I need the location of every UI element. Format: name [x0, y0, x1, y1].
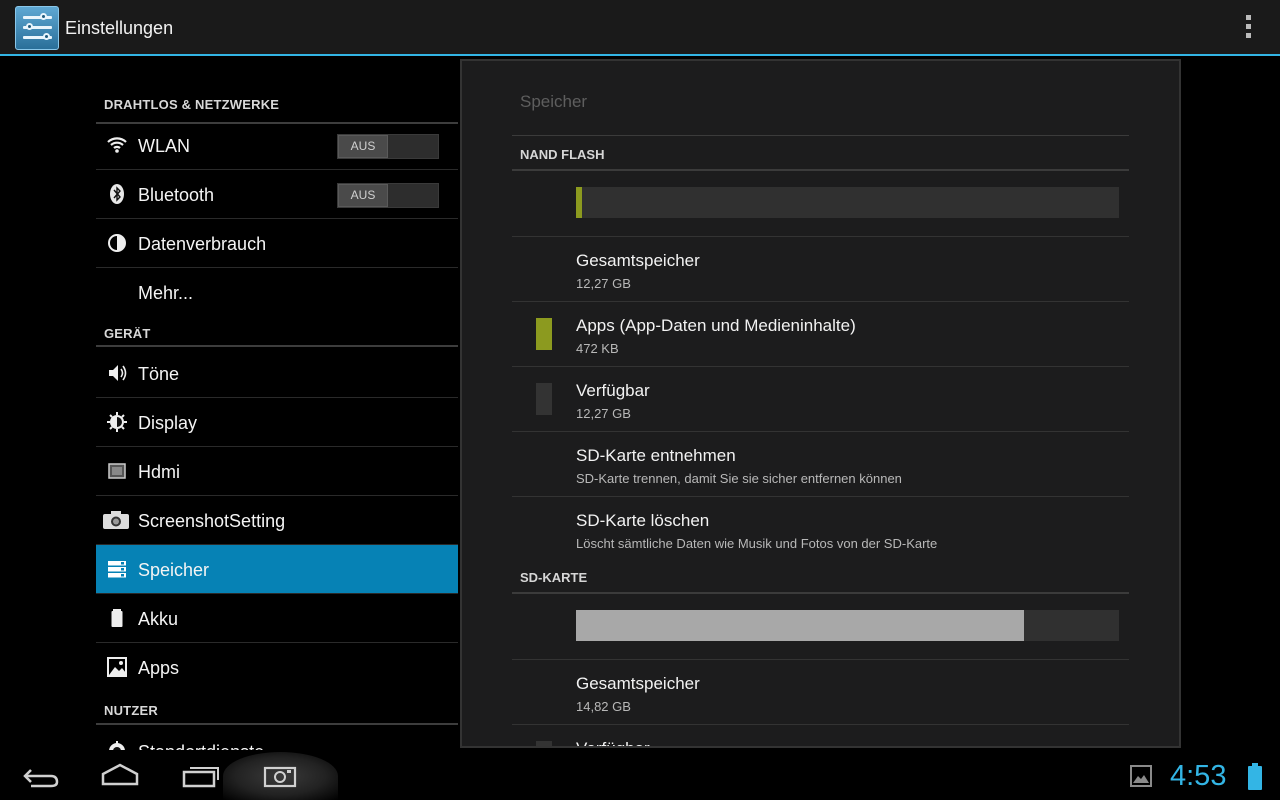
sidebar-item-label: Mehr...	[138, 283, 194, 303]
row-title: Verfügbar	[576, 381, 650, 400]
settings-sidebar: DRAHTLOS & NETZWERKE WLAN AUS Bluetooth …	[96, 58, 459, 750]
recent-apps-icon[interactable]	[170, 756, 230, 796]
row-value: 12,27 GB	[576, 276, 631, 291]
sidebar-item-sound[interactable]: Töne	[96, 349, 458, 398]
sidebar-item-display[interactable]: Display	[96, 398, 458, 447]
unmount-sd-row[interactable]: SD-Karte entnehmen SD-Karte trennen, dam…	[512, 432, 1129, 497]
back-icon[interactable]	[11, 756, 71, 796]
sidebar-item-label: Töne	[138, 364, 180, 384]
sidebar-item-storage[interactable]: Speicher	[96, 545, 458, 594]
row-value: 12,27 GB	[576, 406, 631, 421]
page-title: Speicher	[520, 92, 588, 111]
sidebar-item-label: Akku	[138, 609, 179, 629]
battery-status-icon	[1248, 763, 1262, 790]
row-value: 14,82 GB	[576, 699, 631, 714]
sidebar-item-label: Standortdienste	[138, 742, 264, 750]
brightness-icon	[106, 411, 128, 433]
nand-total-row: Gesamtspeicher 12,27 GB	[512, 237, 1129, 302]
section-header-sd: SD-KARTE	[512, 561, 1129, 594]
section-header-user: NUTZER	[96, 692, 458, 725]
free-color-swatch	[536, 741, 552, 746]
wifi-icon	[106, 134, 128, 156]
sidebar-item-hdmi[interactable]: Hdmi	[96, 447, 458, 496]
erase-sd-row[interactable]: SD-Karte löschen Löscht sämtliche Daten …	[512, 497, 1129, 562]
app-title: Einstellungen	[65, 18, 174, 38]
sidebar-item-data-usage[interactable]: Datenverbrauch	[96, 219, 458, 268]
row-description: Löscht sämtliche Daten wie Musik und Fot…	[576, 536, 938, 551]
row-title: Verfügbar	[576, 739, 650, 746]
battery-icon	[106, 607, 128, 629]
nand-usage-bar	[576, 187, 1119, 218]
location-icon	[106, 740, 128, 750]
toggle-state: AUS	[338, 135, 388, 158]
nand-usage-fill	[576, 187, 582, 218]
home-icon[interactable]	[90, 756, 150, 796]
sidebar-item-apps[interactable]: Apps	[96, 643, 458, 692]
sidebar-item-label: ScreenshotSetting	[138, 511, 286, 531]
gallery-notification-icon[interactable]	[1130, 765, 1152, 787]
sd-total-row: Gesamtspeicher 14,82 GB	[512, 660, 1129, 725]
row-description: SD-Karte trennen, damit Sie sie sicher e…	[576, 471, 902, 486]
wlan-toggle[interactable]: AUS	[337, 134, 439, 159]
section-header-nand: NAND FLASH	[512, 138, 1129, 171]
divider	[512, 135, 1129, 136]
screenshot-icon[interactable]	[250, 756, 310, 796]
sidebar-item-label: WLAN	[138, 136, 191, 156]
row-title: Gesamtspeicher	[576, 674, 700, 693]
sd-usage-row	[512, 594, 1129, 660]
sidebar-item-wlan[interactable]: WLAN AUS	[96, 121, 458, 170]
sidebar-item-label: Speicher	[138, 560, 210, 580]
sd-usage-bar	[576, 610, 1119, 641]
overflow-menu-icon[interactable]	[1240, 15, 1256, 41]
data-usage-icon	[106, 232, 128, 254]
row-title: SD-Karte entnehmen	[576, 446, 736, 465]
row-title: Apps (App-Daten und Medieninhalte)	[576, 316, 856, 335]
row-title: SD-Karte löschen	[576, 511, 710, 530]
sidebar-item-label: Bluetooth	[138, 185, 215, 205]
toggle-state: AUS	[338, 184, 388, 207]
sidebar-item-location[interactable]: Standortdienste	[96, 727, 458, 750]
sd-free-row: Verfügbar	[512, 725, 1129, 746]
section-header-wireless: DRAHTLOS & NETZWERKE	[96, 94, 458, 124]
sidebar-item-screenshot-setting[interactable]: ScreenshotSetting	[96, 496, 458, 545]
camera-icon	[102, 509, 130, 531]
sidebar-item-label: Apps	[138, 658, 180, 678]
nand-usage-row	[512, 171, 1129, 237]
clock[interactable]: 4:53	[1170, 760, 1226, 793]
bluetooth-toggle[interactable]: AUS	[337, 183, 439, 208]
bluetooth-icon	[106, 183, 128, 205]
section-header-device: GERÄT	[96, 317, 458, 347]
sidebar-item-more[interactable]: Mehr...	[96, 268, 458, 317]
sidebar-item-label: Display	[138, 413, 198, 433]
sidebar-item-label: Hdmi	[138, 462, 181, 482]
sidebar-item-battery[interactable]: Akku	[96, 594, 458, 643]
apps-icon	[106, 656, 128, 678]
sd-usage-fill	[576, 610, 1024, 641]
sidebar-item-bluetooth[interactable]: Bluetooth AUS	[96, 170, 458, 219]
storage-icon	[106, 558, 128, 580]
nand-apps-row[interactable]: Apps (App-Daten und Medieninhalte) 472 K…	[512, 302, 1129, 367]
action-bar: Einstellungen	[0, 0, 1280, 56]
free-color-swatch	[536, 383, 552, 415]
storage-panel: Speicher NAND FLASH Gesamtspeicher 12,27…	[460, 59, 1181, 748]
nand-free-row: Verfügbar 12,27 GB	[512, 367, 1129, 432]
row-title: Gesamtspeicher	[576, 251, 700, 270]
volume-icon	[106, 362, 128, 384]
sidebar-item-label: Datenverbrauch	[138, 234, 267, 254]
row-value: 472 KB	[576, 341, 619, 356]
settings-icon[interactable]	[15, 6, 59, 50]
hdmi-icon	[106, 460, 128, 482]
apps-color-swatch	[536, 318, 552, 350]
